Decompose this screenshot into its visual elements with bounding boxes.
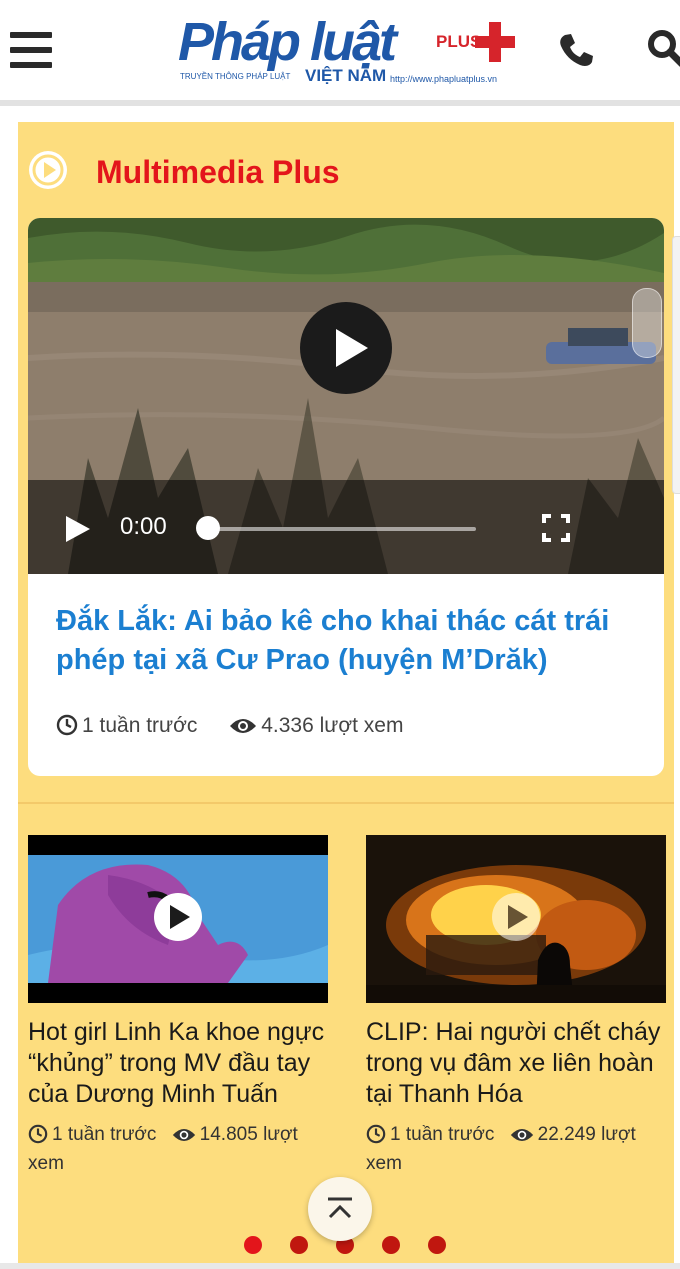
section-title[interactable]: Multimedia Plus bbox=[96, 154, 340, 191]
feature-title-link[interactable]: Đắk Lắk: Ai bảo kê cho khai thác cát trá… bbox=[56, 602, 656, 680]
site-logo[interactable]: Pháp luật PLUS TRUYỀN THÔNG PHÁP LUẬT VI… bbox=[178, 12, 523, 92]
feature-video-card: 0:00 Đắk Lắk: Ai bảo kê cho khai thác cá… bbox=[28, 218, 664, 776]
logo-wordmark: Pháp luật bbox=[178, 12, 397, 72]
feature-time: 1 tuần trước bbox=[82, 714, 198, 737]
phone-icon[interactable] bbox=[556, 30, 596, 70]
clock-icon bbox=[28, 1124, 48, 1151]
pagination-dot[interactable] bbox=[244, 1236, 262, 1254]
eye-icon bbox=[172, 1126, 196, 1151]
bottom-edge bbox=[0, 1263, 680, 1269]
logo-tagline: TRUYỀN THÔNG PHÁP LUẬT bbox=[180, 72, 291, 81]
pagination-dot[interactable] bbox=[290, 1236, 308, 1254]
pagination-dot[interactable] bbox=[382, 1236, 400, 1254]
play-icon[interactable] bbox=[492, 893, 540, 941]
card-meta: 1 tuần trước 22.249 lượt xem bbox=[366, 1122, 666, 1176]
section-divider bbox=[18, 802, 674, 804]
search-icon[interactable] bbox=[646, 28, 680, 68]
play-icon[interactable] bbox=[66, 516, 90, 542]
site-header: Pháp luật PLUS TRUYỀN THÔNG PHÁP LUẬT VI… bbox=[0, 0, 680, 106]
play-circle-icon bbox=[28, 150, 68, 190]
back-to-top-button[interactable] bbox=[308, 1177, 372, 1241]
video-card[interactable]: CLIP: Hai người chết cháy trong vụ đâm x… bbox=[366, 835, 666, 1176]
feature-meta: 1 tuần trước 4.336 lượt xem bbox=[56, 714, 403, 742]
multimedia-section: Multimedia Plus 0:00 Đắk Lắk: Ai bảo kê … bbox=[18, 122, 674, 1265]
play-overlay-button[interactable] bbox=[300, 302, 392, 394]
page-scrollbar[interactable] bbox=[672, 236, 680, 494]
video-thumbnail[interactable] bbox=[28, 835, 328, 1003]
menu-icon[interactable] bbox=[10, 32, 52, 68]
seek-bar[interactable] bbox=[208, 527, 476, 531]
video-player[interactable]: 0:00 bbox=[28, 218, 664, 574]
chevron-up-icon bbox=[328, 1197, 352, 1219]
eye-icon bbox=[229, 716, 257, 742]
video-time: 0:00 bbox=[120, 513, 167, 540]
video-card[interactable]: Hot girl Linh Ka khoe ngực “khủng” trong… bbox=[28, 835, 328, 1176]
logo-url: http://www.phapluatplus.vn bbox=[390, 74, 498, 84]
logo-country: VIỆT NAM bbox=[305, 66, 387, 85]
seek-thumb[interactable] bbox=[196, 516, 220, 540]
eye-icon bbox=[510, 1126, 534, 1151]
scroll-handle[interactable] bbox=[632, 288, 662, 358]
feature-views: 4.336 lượt xem bbox=[261, 714, 404, 737]
card-title-link[interactable]: CLIP: Hai người chết cháy trong vụ đâm x… bbox=[366, 1017, 666, 1110]
card-time: 1 tuần trước bbox=[390, 1124, 495, 1145]
card-meta: 1 tuần trước 14.805 lượt xem bbox=[28, 1122, 328, 1176]
logo-cross-icon bbox=[475, 22, 515, 62]
card-title-link[interactable]: Hot girl Linh Ka khoe ngực “khủng” trong… bbox=[28, 1017, 328, 1110]
fullscreen-icon[interactable] bbox=[542, 514, 570, 542]
clock-icon bbox=[56, 714, 78, 742]
pagination-dot[interactable] bbox=[428, 1236, 446, 1254]
video-controls: 0:00 bbox=[28, 480, 664, 574]
video-thumbnail[interactable] bbox=[366, 835, 666, 1003]
clock-icon bbox=[366, 1124, 386, 1151]
card-time: 1 tuần trước bbox=[52, 1124, 157, 1145]
play-icon[interactable] bbox=[154, 893, 202, 941]
